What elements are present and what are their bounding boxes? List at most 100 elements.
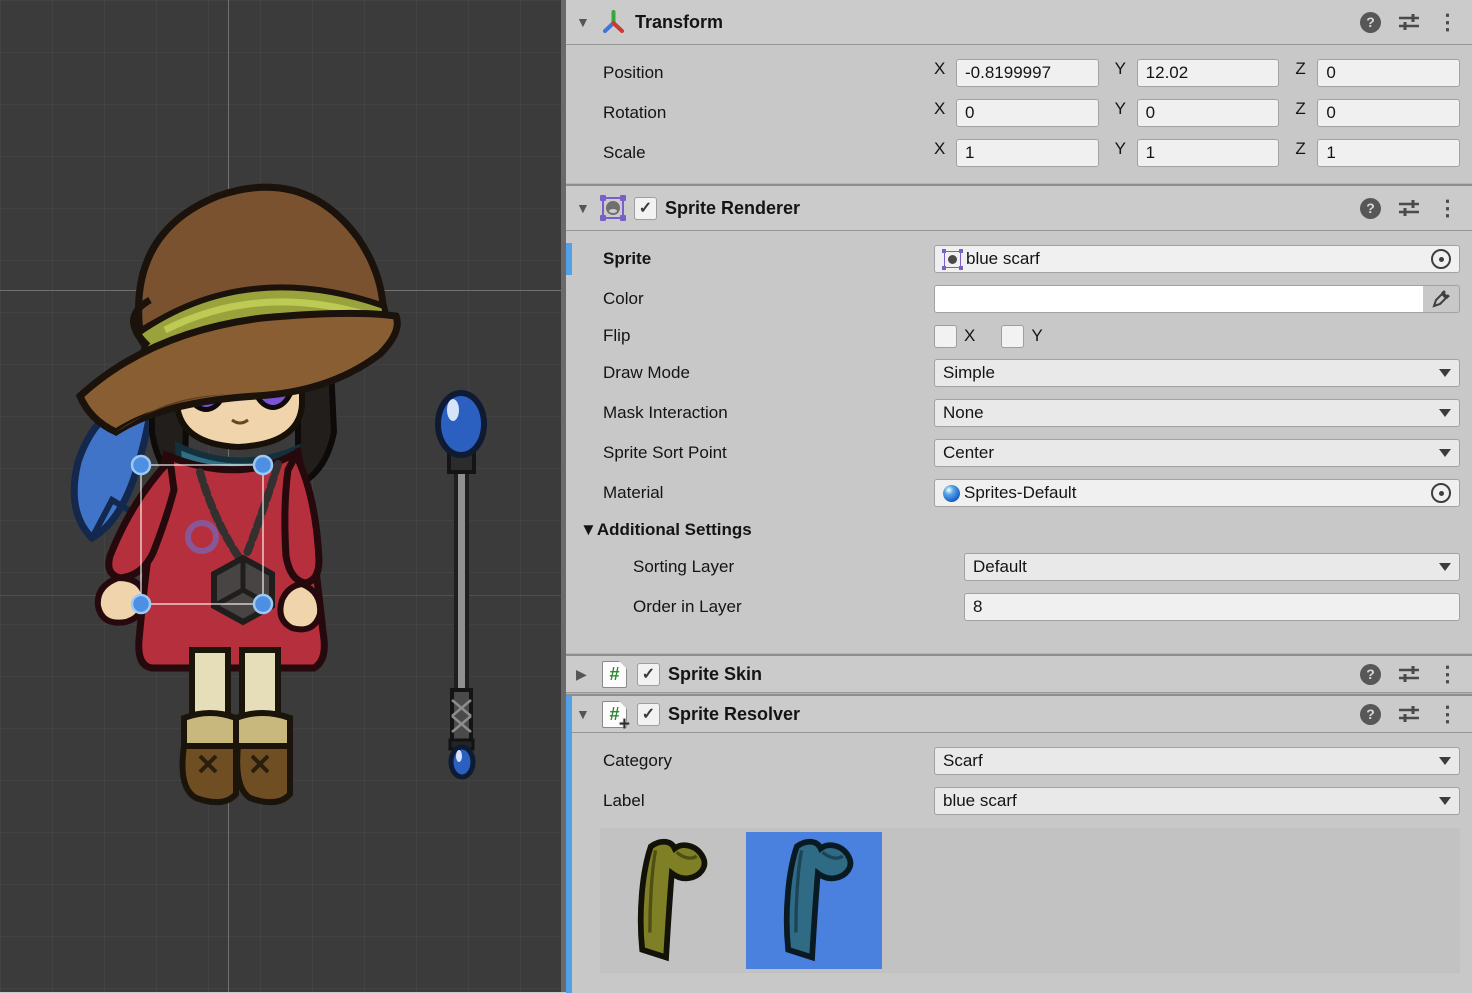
prefab-override-bar — [566, 243, 572, 275]
material-object-field[interactable]: Sprites-Default — [934, 479, 1460, 507]
selection-handles[interactable] — [132, 456, 272, 613]
sprite-asset-icon — [943, 250, 962, 269]
foldout-open-icon[interactable]: ▼ — [576, 200, 596, 216]
presets-icon[interactable] — [1397, 664, 1421, 684]
presets-icon[interactable] — [1397, 12, 1421, 32]
transform-header[interactable]: ▼ Transform ? ⋮ — [566, 0, 1472, 45]
green-scarf-thumbnail — [616, 837, 720, 965]
object-picker-icon[interactable] — [1423, 480, 1459, 506]
help-icon[interactable]: ? — [1360, 198, 1381, 219]
rotation-y-input[interactable] — [1137, 99, 1280, 127]
field-label: Sprite Sort Point — [603, 443, 934, 463]
more-menu-icon[interactable]: ⋮ — [1437, 12, 1458, 33]
sorting-layer-dropdown[interactable]: Default — [964, 553, 1460, 581]
sprite-variant-green-scarf[interactable] — [600, 832, 736, 969]
rotation-x-input[interactable] — [956, 99, 1099, 127]
draw-mode-value: Simple — [943, 363, 995, 383]
presets-icon[interactable] — [1397, 198, 1421, 218]
pivot-ring[interactable] — [188, 523, 216, 551]
field-label: Order in Layer — [603, 597, 964, 617]
sprite-sort-point-dropdown[interactable]: Center — [934, 439, 1460, 467]
field-label: Label — [603, 791, 934, 811]
position-x-input[interactable] — [956, 59, 1099, 87]
sprite-skin-header[interactable]: ▶ # ✓ Sprite Skin ? ⋮ — [566, 656, 1472, 693]
foldout-open-icon[interactable]: ▼ — [576, 14, 596, 30]
position-row: Position X Y Z — [566, 53, 1472, 93]
rotation-row: Rotation X Y Z — [566, 93, 1472, 133]
chevron-down-icon — [1439, 449, 1451, 457]
sprite-renderer-icon — [600, 195, 626, 221]
transform-component: ▼ Transform ? ⋮ Position X — [566, 0, 1472, 183]
draw-mode-dropdown[interactable]: Simple — [934, 359, 1460, 387]
sprite-object-field[interactable]: blue scarf — [934, 245, 1460, 273]
help-icon[interactable]: ? — [1360, 12, 1381, 33]
more-menu-icon[interactable]: ⋮ — [1437, 704, 1458, 725]
category-row: Category Scarf — [566, 741, 1472, 781]
mask-interaction-dropdown[interactable]: None — [934, 399, 1460, 427]
order-in-layer-row: Order in Layer — [566, 587, 1472, 627]
component-title: Transform — [635, 12, 723, 33]
position-z-input[interactable] — [1317, 59, 1460, 87]
rotation-z-input[interactable] — [1317, 99, 1460, 127]
foldout-open-icon[interactable]: ▼ — [580, 520, 597, 540]
enable-checkbox[interactable]: ✓ — [634, 197, 657, 220]
eyedropper-icon[interactable] — [1423, 286, 1459, 312]
help-icon[interactable]: ? — [1360, 664, 1381, 685]
field-label: Mask Interaction — [603, 403, 934, 423]
field-label: Material — [603, 483, 934, 503]
selection-overlay[interactable] — [0, 0, 561, 992]
inspector-panel: ▼ Transform ? ⋮ Position X — [566, 0, 1472, 992]
more-menu-icon[interactable]: ⋮ — [1437, 664, 1458, 685]
axis-x-label: X — [934, 59, 956, 87]
object-picker-icon[interactable] — [1423, 246, 1459, 272]
field-label: Sprite — [603, 249, 934, 269]
scale-x-input[interactable] — [956, 139, 1099, 167]
field-label: Draw Mode — [603, 363, 934, 383]
additional-settings-foldout[interactable]: ▼ Additional Settings — [566, 513, 1472, 547]
enable-checkbox[interactable]: ✓ — [637, 703, 660, 726]
category-dropdown[interactable]: Scarf — [934, 747, 1460, 775]
component-title: Sprite Skin — [668, 664, 762, 685]
scale-y-input[interactable] — [1137, 139, 1280, 167]
field-label: Flip — [603, 326, 934, 346]
more-menu-icon[interactable]: ⋮ — [1437, 198, 1458, 219]
flip-x-checkbox[interactable] — [934, 325, 957, 348]
mask-interaction-value: None — [943, 403, 984, 423]
position-y-input[interactable] — [1137, 59, 1280, 87]
field-label: Color — [603, 289, 934, 309]
field-label: Position — [603, 63, 934, 83]
enable-checkbox[interactable]: ✓ — [637, 663, 660, 686]
sprite-sort-point-row: Sprite Sort Point Center — [566, 433, 1472, 473]
inspector-bottom-strip — [566, 973, 1472, 993]
draw-mode-row: Draw Mode Simple — [566, 353, 1472, 393]
sprite-variant-list — [600, 828, 1460, 973]
mask-interaction-row: Mask Interaction None — [566, 393, 1472, 433]
transform-icon — [600, 9, 627, 36]
sprite-renderer-header[interactable]: ▼ ✓ Sprite Renderer ? ⋮ — [566, 186, 1472, 231]
scene-view[interactable] — [0, 0, 561, 992]
section-label: Additional Settings — [597, 520, 752, 540]
chevron-down-icon — [1439, 563, 1451, 571]
field-label: Sorting Layer — [603, 557, 964, 577]
selection-bounds — [141, 465, 263, 604]
color-row: Color — [566, 279, 1472, 319]
foldout-open-icon[interactable]: ▼ — [576, 706, 596, 722]
chevron-down-icon — [1439, 369, 1451, 377]
flip-y-checkbox[interactable] — [1001, 325, 1024, 348]
material-asset-icon — [943, 485, 960, 502]
label-dropdown[interactable]: blue scarf — [934, 787, 1460, 815]
presets-icon[interactable] — [1397, 704, 1421, 724]
scale-row: Scale X Y Z — [566, 133, 1472, 173]
foldout-closed-icon[interactable]: ▶ — [576, 666, 596, 683]
sprite-variant-blue-scarf[interactable] — [746, 832, 882, 969]
help-icon[interactable]: ? — [1360, 704, 1381, 725]
order-in-layer-input[interactable] — [964, 593, 1460, 621]
color-field[interactable] — [934, 285, 1460, 313]
color-swatch[interactable] — [935, 286, 1423, 312]
scale-z-input[interactable] — [1317, 139, 1460, 167]
material-value: Sprites-Default — [964, 483, 1076, 503]
sprite-resolver-header[interactable]: ▼ #+ ✓ Sprite Resolver ? ⋮ — [566, 696, 1472, 733]
sprite-row: Sprite blue scarf — [566, 239, 1472, 279]
field-label: Scale — [603, 143, 934, 163]
flip-y-label: Y — [1031, 326, 1042, 346]
